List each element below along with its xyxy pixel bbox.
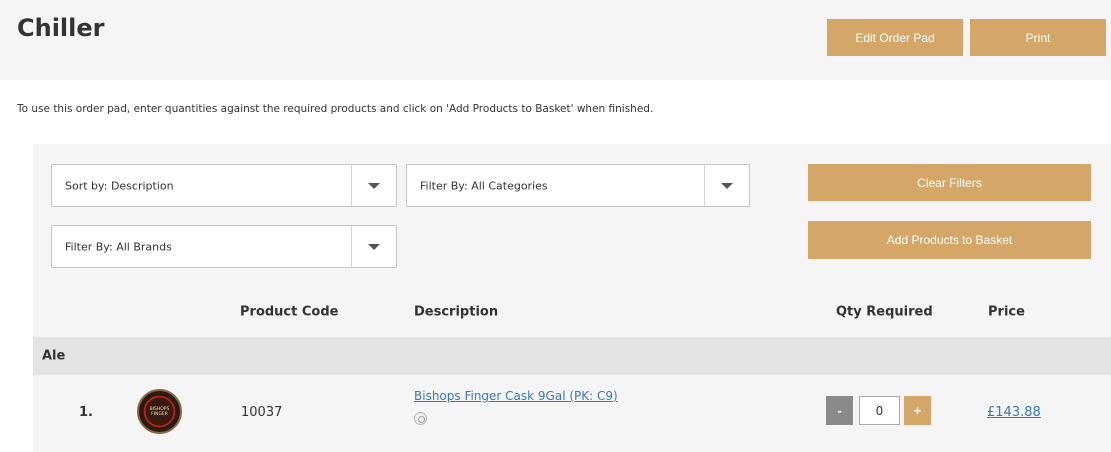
category-filter-select[interactable]: Filter By: All Categories — [406, 164, 750, 207]
sort-select-toggle[interactable] — [351, 165, 396, 206]
add-products-to-basket-button[interactable]: Add Products to Basket — [808, 221, 1091, 259]
category-filter-toggle[interactable] — [704, 165, 749, 206]
brand-badge-icon — [414, 412, 427, 425]
group-label: Ale — [42, 348, 66, 364]
sort-select-label: Sort by: Description — [65, 179, 174, 192]
qty-decrement-button[interactable]: - — [826, 396, 853, 425]
product-description-link[interactable]: Bishops Finger Cask 9Gal (PK: C9) — [414, 389, 618, 403]
brand-filter-toggle[interactable] — [351, 226, 396, 267]
chevron-down-icon — [368, 243, 380, 250]
column-header-price: Price — [988, 304, 1025, 320]
brand-filter-select[interactable]: Filter By: All Brands — [51, 225, 397, 268]
table-row: 1. BISHOPS FINGER 10037 Bishops Finger C… — [33, 375, 1111, 452]
column-header-qty-required: Qty Required — [836, 304, 933, 320]
qty-input[interactable] — [859, 396, 900, 425]
table-header: Product Code Description Qty Required Pr… — [33, 287, 1111, 337]
page-title: Chiller — [17, 14, 105, 42]
column-header-product-code: Product Code — [240, 304, 339, 320]
print-button[interactable]: Print — [970, 19, 1106, 56]
product-thumbnail[interactable]: BISHOPS FINGER — [137, 389, 182, 434]
intro-text: To use this order pad, enter quantities … — [17, 103, 654, 115]
row-index: 1. — [79, 405, 93, 420]
price-link[interactable]: £143.88 — [987, 405, 1041, 420]
chevron-down-icon — [368, 182, 380, 189]
brand-filter-label: Filter By: All Brands — [65, 240, 172, 253]
filters-panel: Sort by: Description Filter By: All Cate… — [33, 144, 1111, 287]
qty-increment-button[interactable]: + — [904, 396, 931, 425]
edit-order-pad-button[interactable]: Edit Order Pad — [827, 19, 963, 56]
product-thumbnail-text: BISHOPS FINGER — [149, 406, 170, 417]
chevron-down-icon — [721, 182, 733, 189]
group-row: Ale — [33, 337, 1111, 375]
product-code: 10037 — [241, 405, 283, 420]
sort-select[interactable]: Sort by: Description — [51, 164, 397, 207]
category-filter-label: Filter By: All Categories — [420, 179, 548, 192]
column-header-description: Description — [414, 304, 499, 320]
clear-filters-button[interactable]: Clear Filters — [808, 164, 1091, 201]
